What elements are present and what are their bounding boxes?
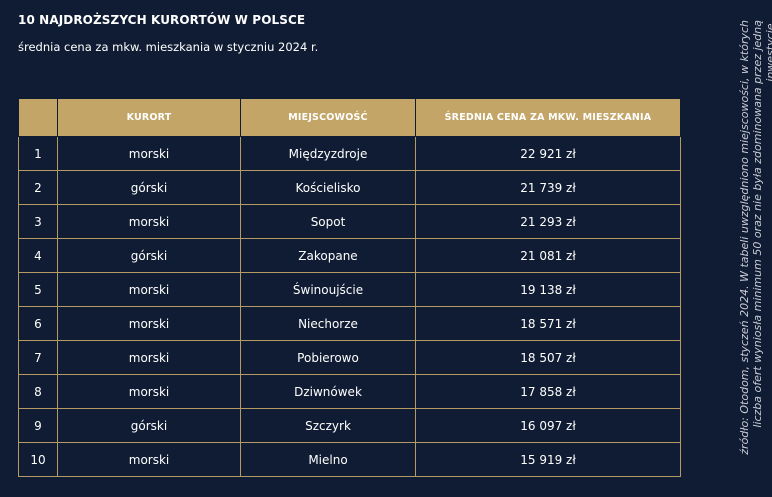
cell-resort-type: górski [57, 238, 241, 273]
cell-resort-type: morski [57, 136, 241, 171]
cell-resort-type: górski [57, 408, 241, 443]
table-row: 8 morski Dziwnówek 17 858 zł [18, 374, 681, 409]
cell-rank: 9 [18, 408, 58, 443]
cell-town: Kościelisko [240, 170, 416, 205]
header-avg-price: ŚREDNIA CENA ZA MKW. MIESZKANIA [415, 98, 681, 137]
cell-town: Szczyrk [240, 408, 416, 443]
table-row: 7 morski Pobierowo 18 507 zł [18, 340, 681, 375]
cell-avg-price: 21 081 zł [415, 238, 681, 273]
resorts-table: KURORT MIEJSCOWOŚĆ ŚREDNIA CENA ZA MKW. … [18, 98, 681, 477]
cell-resort-type: morski [57, 442, 241, 477]
page-title: 10 NAJDROŻSZYCH KURORTÓW W POLSCE [18, 13, 306, 27]
cell-rank: 4 [18, 238, 58, 273]
cell-rank: 1 [18, 136, 58, 171]
cell-town: Sopot [240, 204, 416, 239]
table-row: 6 morski Niechorze 18 571 zł [18, 306, 681, 341]
table-row: 10 morski Mielno 15 919 zł [18, 442, 681, 477]
table-row: 1 morski Międzyzdroje 22 921 zł [18, 136, 681, 171]
table-row: 5 morski Świnoujście 19 138 zł [18, 272, 681, 307]
cell-avg-price: 21 293 zł [415, 204, 681, 239]
cell-rank: 2 [18, 170, 58, 205]
cell-resort-type: morski [57, 272, 241, 307]
cell-avg-price: 16 097 zł [415, 408, 681, 443]
cell-rank: 3 [18, 204, 58, 239]
cell-town: Pobierowo [240, 340, 416, 375]
cell-town: Świnoujście [240, 272, 416, 307]
cell-rank: 10 [18, 442, 58, 477]
cell-town: Niechorze [240, 306, 416, 341]
cell-avg-price: 19 138 zł [415, 272, 681, 307]
header-resort-type: KURORT [57, 98, 241, 137]
table-header-row: KURORT MIEJSCOWOŚĆ ŚREDNIA CENA ZA MKW. … [18, 98, 681, 137]
cell-resort-type: morski [57, 204, 241, 239]
cell-avg-price: 17 858 zł [415, 374, 681, 409]
cell-rank: 8 [18, 374, 58, 409]
table-body: 1 morski Międzyzdroje 22 921 zł 2 górski Kości… [18, 136, 681, 477]
table-row: 3 morski Sopot 21 293 zł [18, 204, 681, 239]
header-town: MIEJSCOWOŚĆ [240, 98, 416, 137]
cell-town: Mielno [240, 442, 416, 477]
cell-avg-price: 22 921 zł [415, 136, 681, 171]
cell-town: Zakopane [240, 238, 416, 273]
cell-avg-price: 18 507 zł [415, 340, 681, 375]
page-subtitle: średnia cena za mkw. mieszkania w styczn… [18, 40, 319, 54]
cell-rank: 5 [18, 272, 58, 307]
source-note: źródło: Otodom, styczeń 2024. W tabeli u… [738, 20, 772, 455]
cell-resort-type: morski [57, 306, 241, 341]
header-rank [18, 98, 58, 137]
cell-avg-price: 18 571 zł [415, 306, 681, 341]
cell-rank: 7 [18, 340, 58, 375]
table-row: 2 górski Kościelisko 21 739 zł [18, 170, 681, 205]
cell-town: Międzyzdroje [240, 136, 416, 171]
cell-avg-price: 15 919 zł [415, 442, 681, 477]
cell-resort-type: morski [57, 340, 241, 375]
cell-rank: 6 [18, 306, 58, 341]
table-row: 9 górski Szczyrk 16 097 zł [18, 408, 681, 443]
cell-resort-type: górski [57, 170, 241, 205]
cell-resort-type: morski [57, 374, 241, 409]
cell-town: Dziwnówek [240, 374, 416, 409]
table-row: 4 górski Zakopane 21 081 zł [18, 238, 681, 273]
cell-avg-price: 21 739 zł [415, 170, 681, 205]
